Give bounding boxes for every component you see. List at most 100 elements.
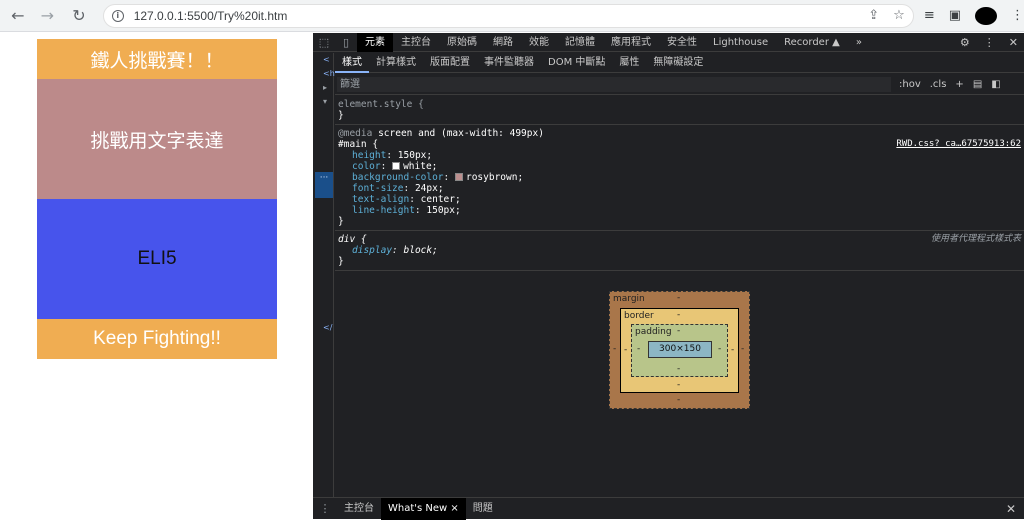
- device-toolbar-icon[interactable]: ▯: [335, 36, 357, 49]
- bookmark-star-icon[interactable]: ☆: [893, 8, 905, 23]
- tab-recorder[interactable]: Recorder ▲: [776, 33, 848, 52]
- subtab-event-listeners[interactable]: 事件監聽器: [477, 53, 541, 73]
- subtab-dom-breakpoints[interactable]: DOM 中斷點: [541, 53, 612, 73]
- subtab-styles[interactable]: 樣式: [335, 53, 369, 73]
- padding-label: padding: [635, 327, 672, 337]
- forward-arrow-icon[interactable]: →: [36, 4, 60, 28]
- css-property: display: block;: [352, 245, 438, 256]
- footer-block: Keep Fighting!!: [37, 319, 277, 359]
- box-model-border[interactable]: border - - - - padding - - - - 300×150: [620, 308, 739, 393]
- margin-left-value[interactable]: -: [613, 344, 616, 354]
- devtools-drawer: ⋮ 主控台 What's New × 問題 ✕: [313, 497, 1024, 520]
- tab-application[interactable]: 應用程式: [603, 33, 659, 52]
- devtools-menu-icon[interactable]: ⋮: [984, 36, 995, 49]
- side-panel-icon[interactable]: ▣: [949, 8, 961, 23]
- url-text[interactable]: 127.0.0.1:5500/Try%20it.htm: [134, 9, 855, 23]
- box-model-padding[interactable]: padding - - - - 300×150: [631, 324, 728, 377]
- rule-selector[interactable]: div {: [338, 234, 1020, 245]
- margin-right-value[interactable]: -: [741, 344, 744, 354]
- main-rule[interactable]: @media screen and (max-width: 499px) #ma…: [335, 125, 1024, 231]
- new-rule-button[interactable]: +: [955, 79, 963, 90]
- tab-lighthouse[interactable]: Lighthouse: [705, 33, 776, 52]
- tab-sources[interactable]: 原始碼: [439, 33, 485, 52]
- computed-styles-icon[interactable]: ▤: [973, 79, 982, 90]
- tab-elements[interactable]: 元素: [357, 32, 393, 52]
- class-toggle[interactable]: .cls: [930, 79, 947, 90]
- rule-close: }: [338, 110, 344, 121]
- info-icon[interactable]: i: [111, 9, 124, 22]
- tab-security[interactable]: 安全性: [659, 33, 705, 52]
- more-tabs-icon[interactable]: »: [848, 33, 870, 52]
- color-swatch-white[interactable]: [392, 162, 401, 170]
- tree-node-marker[interactable]: <h: [323, 69, 335, 78]
- styles-filter-input[interactable]: 篩選: [337, 76, 891, 92]
- rule-close: }: [338, 256, 344, 267]
- rule-selector[interactable]: element.style {: [338, 99, 1020, 110]
- subtab-accessibility[interactable]: 無障礙設定: [646, 53, 710, 73]
- reading-list-icon[interactable]: ≡: [924, 8, 935, 23]
- tree-expand-icon[interactable]: ▸: [323, 83, 327, 92]
- tab-performance[interactable]: 效能: [521, 33, 557, 52]
- close-devtools-icon[interactable]: ✕: [1009, 36, 1018, 49]
- border-label: border: [624, 311, 654, 321]
- padding-left-value[interactable]: -: [637, 344, 640, 354]
- border-left-value[interactable]: -: [624, 345, 627, 355]
- css-property[interactable]: font-size: 24px;: [338, 183, 1020, 194]
- margin-top-value[interactable]: -: [677, 293, 680, 303]
- tab-console[interactable]: 主控台: [393, 33, 439, 52]
- css-property[interactable]: height: 150px;: [338, 150, 1020, 161]
- settings-gear-icon[interactable]: ⚙: [960, 36, 970, 49]
- div-ua-rule[interactable]: div { 使用者代理程式樣式表 display: block; }: [335, 231, 1024, 271]
- kebab-menu-icon[interactable]: ⋮: [1011, 8, 1024, 23]
- tab-network[interactable]: 網路: [485, 33, 521, 52]
- eli5-block: ELI5: [37, 199, 277, 319]
- element-style-rule[interactable]: element.style { }: [335, 96, 1024, 125]
- color-swatch-rosybrown[interactable]: [454, 173, 463, 181]
- stylesheet-source-link[interactable]: RWD.css?_ca…67575913:62: [896, 139, 1021, 150]
- selected-node-dots[interactable]: ···: [315, 172, 333, 198]
- css-property[interactable]: line-height: 150px;: [338, 205, 1020, 216]
- drawer-tab-issues[interactable]: 問題: [466, 498, 500, 520]
- border-top-value[interactable]: -: [677, 310, 680, 320]
- browser-toolbar: ← → ↻ i 127.0.0.1:5500/Try%20it.htm ⇪ ☆ …: [0, 0, 1024, 32]
- devtools-main-tabbar: ⬚ ▯ 元素 主控台 原始碼 網路 效能 記憶體 應用程式 安全性 Lighth…: [313, 32, 1024, 52]
- profile-avatar[interactable]: [975, 6, 998, 25]
- elements-tree-gutter: < <h ▸ ▾ ··· </ …: [313, 53, 335, 513]
- border-right-value[interactable]: -: [731, 345, 734, 355]
- box-model-content[interactable]: 300×150: [648, 341, 712, 358]
- margin-bottom-value[interactable]: -: [677, 395, 680, 405]
- share-icon[interactable]: ⇪: [868, 8, 879, 23]
- reload-icon[interactable]: ↻: [67, 4, 91, 28]
- tab-memory[interactable]: 記憶體: [557, 33, 603, 52]
- address-bar[interactable]: i 127.0.0.1:5500/Try%20it.htm ⇪ ☆: [102, 3, 914, 28]
- css-property[interactable]: background-color: rosybrown;: [338, 172, 1020, 183]
- tree-node-marker[interactable]: <: [323, 55, 330, 64]
- back-arrow-icon[interactable]: ←: [6, 4, 30, 28]
- drawer-tab-console[interactable]: 主控台: [337, 498, 381, 520]
- css-property[interactable]: text-align: center;: [338, 194, 1020, 205]
- border-bottom-value[interactable]: -: [677, 380, 680, 390]
- styles-filter-bar: 篩選 :hov .cls + ▤ ◧: [335, 74, 1024, 95]
- media-query: screen and (max-width: 499px): [378, 128, 544, 139]
- box-model-margin[interactable]: margin - - - - border - - - - padding - …: [609, 291, 750, 409]
- tree-node-marker[interactable]: </: [323, 323, 332, 332]
- margin-label: margin: [613, 294, 645, 304]
- devtools-panel: ⬚ ▯ 元素 主控台 原始碼 網路 效能 記憶體 應用程式 安全性 Lighth…: [313, 32, 1024, 520]
- title-block: 鐵人挑戰賽！！: [37, 39, 277, 79]
- main-block: 挑戰用文字表達: [37, 79, 277, 199]
- subtab-computed[interactable]: 計算樣式: [369, 53, 423, 73]
- styles-subtabbar: 樣式 計算樣式 版面配置 事件監聽器 DOM 中斷點 屬性 無障礙設定: [335, 53, 1024, 73]
- drawer-menu-icon[interactable]: ⋮: [313, 502, 337, 515]
- close-drawer-icon[interactable]: ✕: [1006, 502, 1016, 516]
- padding-top-value[interactable]: -: [677, 326, 680, 336]
- padding-right-value[interactable]: -: [718, 344, 721, 354]
- css-property[interactable]: color: white;: [338, 161, 1020, 172]
- drawer-tab-whats-new[interactable]: What's New ×: [381, 497, 466, 520]
- sidebar-toggle-icon[interactable]: ◧: [991, 79, 1000, 90]
- inspect-element-icon[interactable]: ⬚: [313, 36, 335, 49]
- hover-state-toggle[interactable]: :hov: [899, 79, 921, 90]
- tree-collapse-icon[interactable]: ▾: [323, 97, 327, 106]
- subtab-properties[interactable]: 屬性: [612, 53, 646, 73]
- padding-bottom-value[interactable]: -: [677, 364, 680, 374]
- subtab-layout[interactable]: 版面配置: [423, 53, 477, 73]
